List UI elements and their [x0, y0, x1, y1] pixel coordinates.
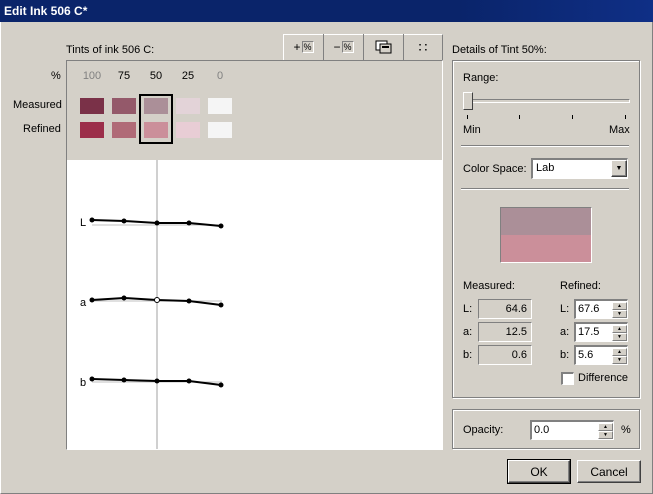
- slider-tick: [519, 115, 520, 119]
- slider-thumb[interactable]: [463, 92, 473, 110]
- measured-swatch-25[interactable]: [176, 98, 200, 114]
- refined-swatch-25[interactable]: [176, 122, 200, 138]
- add-tint-button[interactable]: + %: [283, 34, 323, 60]
- refined-heading: Refined:: [560, 280, 601, 292]
- tint-percent-75: 75: [117, 70, 131, 82]
- opacity-input[interactable]: 0.0 ▲ ▼: [530, 420, 614, 440]
- range-slider[interactable]: [463, 90, 630, 122]
- preview-refined: [501, 235, 591, 262]
- curves-svg: [89, 160, 224, 449]
- percent-icon: %: [341, 41, 354, 53]
- color-space-value: Lab: [536, 162, 555, 174]
- copy-tint-button[interactable]: [363, 34, 403, 60]
- refined-swatch-75[interactable]: [112, 122, 136, 138]
- tints-panel-title: Tints of ink 506 C:: [66, 44, 155, 56]
- up-arrow-icon[interactable]: ▲: [612, 302, 627, 310]
- opacity-label: Opacity:: [463, 424, 504, 436]
- up-arrow-icon[interactable]: ▲: [598, 423, 613, 431]
- remove-tint-button[interactable]: − %: [323, 34, 363, 60]
- opacity-value: 0.0: [534, 424, 550, 436]
- refined-a-input[interactable]: 17.5 ▲ ▼: [574, 322, 628, 342]
- details-title: Details of Tint 50%:: [452, 44, 547, 56]
- down-arrow-icon[interactable]: ▼: [612, 356, 627, 364]
- opacity-unit: %: [621, 424, 631, 436]
- refined-a-label: a:: [560, 326, 570, 338]
- color-space-dropdown-button[interactable]: ▼: [611, 160, 627, 177]
- chevron-down-icon: ▼: [615, 165, 623, 172]
- measured-a-value: 12.5: [478, 322, 532, 342]
- down-arrow-icon[interactable]: ▼: [612, 310, 627, 318]
- slider-tick: [467, 115, 468, 119]
- window-title: Edit Ink 506 C*: [4, 4, 88, 18]
- refined-a-value: 17.5: [578, 326, 600, 338]
- measured-b-value: 0.6: [478, 345, 532, 365]
- l-curve-label: L: [80, 217, 87, 229]
- up-arrow-icon[interactable]: ▲: [612, 348, 627, 356]
- ok-button[interactable]: OK: [507, 459, 571, 484]
- opacity-spinner[interactable]: ▲ ▼: [598, 423, 613, 439]
- title-bar: Edit Ink 506 C*: [0, 0, 653, 22]
- measured-l-value: 64.6: [478, 299, 532, 319]
- tint-curve-graph[interactable]: L a b: [66, 160, 443, 450]
- range-max-label: Max: [609, 124, 630, 136]
- down-arrow-icon[interactable]: ▼: [598, 431, 613, 439]
- measured-b-label: b:: [463, 349, 473, 361]
- grid-options-button[interactable]: ∷: [403, 34, 443, 60]
- color-space-select[interactable]: Lab ▼: [531, 158, 628, 179]
- difference-label: Difference: [578, 372, 628, 384]
- slider-tick: [625, 115, 626, 119]
- measured-l-label: L:: [463, 303, 473, 315]
- separator: [461, 188, 629, 190]
- difference-checkbox[interactable]: [561, 372, 574, 385]
- refined-swatch-0[interactable]: [208, 122, 232, 138]
- plus-icon: +: [293, 40, 301, 54]
- refined-b-label: b:: [560, 349, 570, 361]
- a-curve-label: a: [80, 297, 87, 309]
- tint-percent-100: 100: [82, 70, 102, 82]
- dots-icon: ∷: [418, 38, 429, 55]
- measured-swatch-0[interactable]: [208, 98, 232, 114]
- color-preview: [500, 207, 592, 263]
- color-space-label: Color Space:: [463, 163, 527, 175]
- tint-percent-50: 50: [149, 70, 163, 82]
- tint-percent-0: 0: [216, 70, 224, 82]
- up-arrow-icon[interactable]: ▲: [612, 325, 627, 333]
- b-curve-label: b: [80, 377, 87, 389]
- refined-swatch-100[interactable]: [80, 122, 104, 138]
- refined-a-spinner[interactable]: ▲ ▼: [612, 325, 627, 341]
- range-min-label: Min: [463, 124, 481, 136]
- measured-heading: Measured:: [463, 280, 515, 292]
- refined-l-value: 67.6: [578, 303, 600, 315]
- measured-a-label: a:: [463, 326, 473, 338]
- percent-symbol: %: [51, 70, 61, 82]
- refined-row-label: Refined: [23, 123, 61, 135]
- tint-percent-25: 25: [181, 70, 195, 82]
- preview-measured: [501, 208, 591, 235]
- measured-swatch-50[interactable]: [144, 98, 168, 114]
- slider-track: [463, 99, 630, 103]
- refined-b-spinner[interactable]: ▲ ▼: [612, 348, 627, 364]
- cancel-button[interactable]: Cancel: [577, 460, 641, 483]
- range-label: Range:: [463, 72, 499, 84]
- refined-b-input[interactable]: 5.6 ▲ ▼: [574, 345, 628, 365]
- down-arrow-icon[interactable]: ▼: [612, 333, 627, 341]
- measured-row-label: Measured: [13, 99, 62, 111]
- minus-icon: −: [333, 40, 341, 54]
- slider-tick: [572, 115, 573, 119]
- measured-swatch-100[interactable]: [80, 98, 104, 114]
- refined-l-input[interactable]: 67.6 ▲ ▼: [574, 299, 628, 319]
- refined-l-spinner[interactable]: ▲ ▼: [612, 302, 627, 318]
- copy-icon: [375, 40, 391, 54]
- separator: [461, 145, 629, 147]
- percent-icon: %: [301, 41, 314, 53]
- measured-swatch-75[interactable]: [112, 98, 136, 114]
- refined-swatch-50[interactable]: [144, 122, 168, 138]
- refined-l-label: L:: [560, 303, 570, 315]
- refined-b-value: 5.6: [578, 349, 594, 361]
